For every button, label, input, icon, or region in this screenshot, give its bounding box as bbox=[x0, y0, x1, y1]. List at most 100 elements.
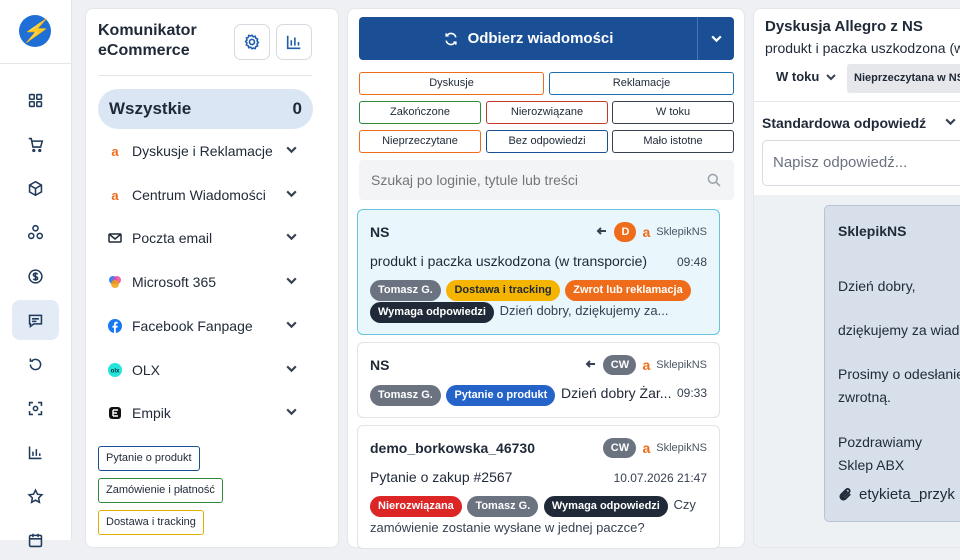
status-pill: Wymaga odpowiedzi bbox=[370, 302, 494, 323]
filter-complaints[interactable]: Reklamacje bbox=[549, 72, 734, 95]
message-line: dziękujemy za wiado bbox=[838, 322, 960, 338]
conversation-panel: Odbierz wiadomości Dyskusje Reklamacje Z… bbox=[347, 8, 745, 549]
status-value: W toku bbox=[776, 69, 820, 84]
source-facebook[interactable]: Facebook Fanpage bbox=[108, 315, 298, 337]
filter-all[interactable]: Wszystkie 0 bbox=[98, 89, 313, 129]
tag-pill: Pytanie o produkt bbox=[446, 385, 556, 406]
filter-in-progress[interactable]: W toku bbox=[612, 101, 734, 124]
conversation-meta: CW a SklepikNS bbox=[585, 355, 707, 375]
reply-input[interactable]: Napisz odpowiedź... bbox=[762, 140, 960, 186]
mail-icon bbox=[108, 231, 122, 245]
shop-name: SklepikNS bbox=[656, 442, 707, 454]
conversation-tags-row2: Wymaga odpowiedzi Dzień dobry, dziękujem… bbox=[370, 300, 712, 323]
olx-icon: olx bbox=[108, 363, 122, 377]
message-line: Sklep ABX bbox=[838, 457, 905, 473]
source-email[interactable]: Poczta email bbox=[108, 227, 298, 249]
paperclip-icon bbox=[839, 488, 851, 501]
attachment-link[interactable]: etykieta_przyk bbox=[838, 486, 955, 503]
tag-pill: Dostawa i tracking bbox=[446, 280, 560, 301]
detail-divider bbox=[754, 101, 960, 102]
allegro-icon: a bbox=[111, 187, 119, 203]
bar-chart-icon bbox=[286, 35, 301, 50]
conversation-card[interactable]: NS D a SklepikNS produkt i paczka uszkod… bbox=[357, 209, 720, 335]
tag-delivery-tracking[interactable]: Dostawa i tracking bbox=[98, 510, 204, 535]
message-sender: SklepikNS bbox=[838, 223, 907, 239]
conversation-time: 09:33 bbox=[676, 386, 707, 400]
chevron-down-icon bbox=[826, 73, 837, 80]
chevron-down-icon[interactable] bbox=[285, 318, 298, 334]
allegro-icon: a bbox=[642, 224, 651, 240]
cart-icon[interactable] bbox=[12, 124, 59, 164]
source-label: Facebook Fanpage bbox=[132, 318, 253, 334]
fetch-messages-label: Odbierz wiadomości bbox=[467, 30, 614, 47]
payments-icon[interactable] bbox=[12, 256, 59, 296]
chevron-down-icon[interactable] bbox=[285, 143, 298, 159]
sidebar-title: Komunikator eCommerce bbox=[98, 22, 197, 59]
filter-discussions[interactable]: Dyskusje bbox=[359, 72, 544, 95]
dashboard-icon[interactable] bbox=[12, 80, 59, 120]
chevron-down-icon[interactable] bbox=[285, 362, 298, 378]
detail-subtitle: produkt i paczka uszkodzona (w bbox=[765, 40, 960, 56]
calendar-icon[interactable] bbox=[12, 520, 59, 560]
source-label: Centrum Wiadomości bbox=[132, 187, 266, 203]
channel-sidebar: Komunikator eCommerce Wszystkie 0 a Dysk… bbox=[85, 8, 339, 548]
integrations-icon[interactable] bbox=[12, 212, 59, 252]
source-microsoft-365[interactable]: Microsoft 365 bbox=[108, 271, 298, 293]
filter-no-reply[interactable]: Bez odpowiedzi bbox=[486, 130, 608, 153]
conversation-time: 09:48 bbox=[676, 255, 707, 269]
filter-finished[interactable]: Zakończone bbox=[359, 101, 481, 124]
filter-low-priority[interactable]: Mało istotne bbox=[612, 130, 734, 153]
chevron-down-icon bbox=[710, 35, 722, 43]
filter-unread[interactable]: Nieprzeczytane bbox=[359, 130, 481, 153]
assignee-pill: Tomasz G. bbox=[467, 496, 539, 517]
svg-text:olx: olx bbox=[111, 369, 120, 375]
filter-unresolved[interactable]: Nierozwiązane bbox=[486, 101, 608, 124]
message-line: Pozdrawiamy bbox=[838, 434, 923, 450]
search-icon[interactable] bbox=[706, 172, 722, 188]
detail-title: Dyskusja Allegro z NS bbox=[765, 18, 923, 35]
source-label: OLX bbox=[132, 362, 161, 378]
scan-icon[interactable] bbox=[12, 388, 59, 428]
conversation-card[interactable]: NS CW a SklepikNS Tomasz G. Pytanie o pr… bbox=[357, 342, 720, 418]
status-dropdown[interactable]: W toku bbox=[776, 69, 837, 84]
package-icon[interactable] bbox=[12, 168, 59, 208]
refresh-icon bbox=[444, 32, 457, 45]
source-label: Microsoft 365 bbox=[132, 274, 217, 290]
source-allegro-messages[interactable]: a Centrum Wiadomości bbox=[108, 184, 298, 206]
conversation-card[interactable]: demo_borkowska_46730 CW a SklepikNS Pyta… bbox=[357, 425, 720, 549]
sidebar-divider bbox=[98, 75, 312, 76]
chevron-down-icon[interactable] bbox=[285, 405, 298, 421]
conversation-preview: Dzień dobry Żar... bbox=[560, 385, 672, 401]
type-badge: CW bbox=[603, 355, 637, 375]
star-icon[interactable] bbox=[12, 476, 59, 516]
message-line: Dzień dobry, bbox=[838, 278, 916, 294]
app-logo[interactable]: ⚡ bbox=[19, 15, 51, 47]
stats-button[interactable] bbox=[276, 24, 312, 60]
copilot-icon bbox=[108, 275, 122, 289]
assignee-pill: Tomasz G. bbox=[370, 385, 441, 406]
source-allegro-discussions[interactable]: a Dyskusje i Reklamacje bbox=[108, 140, 298, 162]
conversation-tags: Tomasz G. Pytanie o produkt Dzień dobry … bbox=[370, 383, 712, 406]
settings-button[interactable] bbox=[234, 24, 270, 60]
std-reply-label[interactable]: Standardowa odpowiedź bbox=[762, 115, 926, 131]
chevron-down-icon[interactable] bbox=[944, 115, 957, 133]
facebook-icon bbox=[108, 319, 122, 333]
fetch-messages-button[interactable]: Odbierz wiadomości bbox=[359, 17, 697, 60]
source-empik[interactable]: Empik bbox=[108, 402, 298, 424]
source-label: Empik bbox=[132, 405, 171, 421]
source-olx[interactable]: olx OLX bbox=[108, 359, 298, 381]
allegro-icon: a bbox=[111, 143, 119, 159]
chevron-down-icon[interactable] bbox=[285, 230, 298, 246]
chevron-down-icon[interactable] bbox=[285, 187, 298, 203]
filter-all-count: 0 bbox=[292, 99, 302, 118]
messages-icon[interactable] bbox=[12, 300, 59, 340]
conversation-name: demo_borkowska_46730 bbox=[370, 440, 535, 456]
chevron-down-icon[interactable] bbox=[285, 274, 298, 290]
conversation-subject: Pytanie o zakup #2567 bbox=[370, 469, 513, 485]
reports-icon[interactable] bbox=[12, 432, 59, 472]
history-icon[interactable] bbox=[12, 344, 59, 384]
fetch-options-dropdown[interactable] bbox=[697, 17, 734, 60]
search-input[interactable] bbox=[371, 172, 691, 188]
tag-product-question[interactable]: Pytanie o produkt bbox=[98, 446, 200, 471]
tag-order-payment[interactable]: Zamówienie i płatność bbox=[98, 478, 223, 503]
